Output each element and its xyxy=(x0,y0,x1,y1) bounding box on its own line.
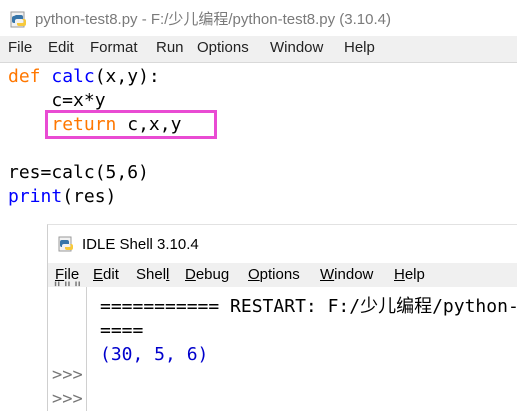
menu-run[interactable]: Run xyxy=(156,39,184,56)
shell-menu-options[interactable]: Options xyxy=(248,266,300,283)
python-idle-icon xyxy=(10,11,26,28)
label-rest: indow xyxy=(334,266,374,283)
restart-continuation: ==== xyxy=(100,320,144,341)
mnemonic: D xyxy=(185,266,196,283)
python-shell-icon xyxy=(58,236,73,252)
shell-menu-help[interactable]: Help xyxy=(394,266,425,283)
shell-output[interactable]: =========== RESTART: F:/少儿编程/python-test… xyxy=(92,287,517,411)
print-args: (res) xyxy=(62,186,117,207)
editor-window-title: python-test8.py - F:/少儿编程/python-test8.p… xyxy=(35,11,391,28)
function-name: calc xyxy=(51,66,95,87)
shell-menu-debug[interactable]: Debug xyxy=(185,266,229,283)
label-rest: ptions xyxy=(259,266,300,283)
mnemonic: H xyxy=(394,266,405,283)
menu-edit[interactable]: Edit xyxy=(48,39,74,56)
shell-prompt: >>> xyxy=(52,389,83,409)
result-output: (30, 5, 6) xyxy=(100,344,209,365)
keyword-def: def xyxy=(8,66,41,87)
shell-prompt: >>> xyxy=(52,365,83,385)
idle-shell-window: IDLE Shell 3.10.4 File Edit Shell Debug … xyxy=(47,224,517,411)
label-rest: ebug xyxy=(195,266,230,283)
shell-title-bar: IDLE Shell 3.10.4 xyxy=(48,225,517,263)
label-start: Shel xyxy=(136,266,167,283)
code-line-6: print(res) xyxy=(8,185,116,209)
editor-menu-bar: File Edit Format Run Options Window Help xyxy=(0,36,517,63)
mnemonic: E xyxy=(93,266,104,283)
shell-menu-window[interactable]: Window xyxy=(320,266,373,283)
shell-window-title: IDLE Shell 3.10.4 xyxy=(82,236,199,253)
restart-line: =========== RESTART: F:/少儿编程/python-test… xyxy=(100,296,517,317)
editor-title-bar: python-test8.py - F:/少儿编程/python-test8.p… xyxy=(0,0,517,36)
function-params: (x,y): xyxy=(94,66,160,87)
menu-options[interactable]: Options xyxy=(197,39,249,56)
code-line-1: def calc(x,y): xyxy=(8,65,160,89)
menu-help[interactable]: Help xyxy=(344,39,375,56)
mnemonic: O xyxy=(248,266,260,283)
return-highlight-box xyxy=(45,110,217,139)
menu-window[interactable]: Window xyxy=(270,39,323,56)
builtin-print: print xyxy=(8,186,63,207)
mnemonic: l xyxy=(166,266,170,283)
mnemonic: W xyxy=(320,266,335,283)
shell-menu-shell[interactable]: Shell xyxy=(136,266,169,283)
shell-menu-bar: File Edit Shell Debug Options Window Hel… xyxy=(48,263,517,287)
prompt-marker: """ xyxy=(52,279,83,299)
shell-menu-edit[interactable]: Edit xyxy=(93,266,119,283)
label-rest: dit xyxy=(103,266,119,283)
menu-format[interactable]: Format xyxy=(90,39,138,56)
menu-file[interactable]: File xyxy=(8,39,32,56)
shell-prompt-gutter: """ >>> >>> xyxy=(48,279,87,411)
label-rest: elp xyxy=(404,266,425,283)
code-line-5: res=calc(5,6) xyxy=(8,162,149,183)
